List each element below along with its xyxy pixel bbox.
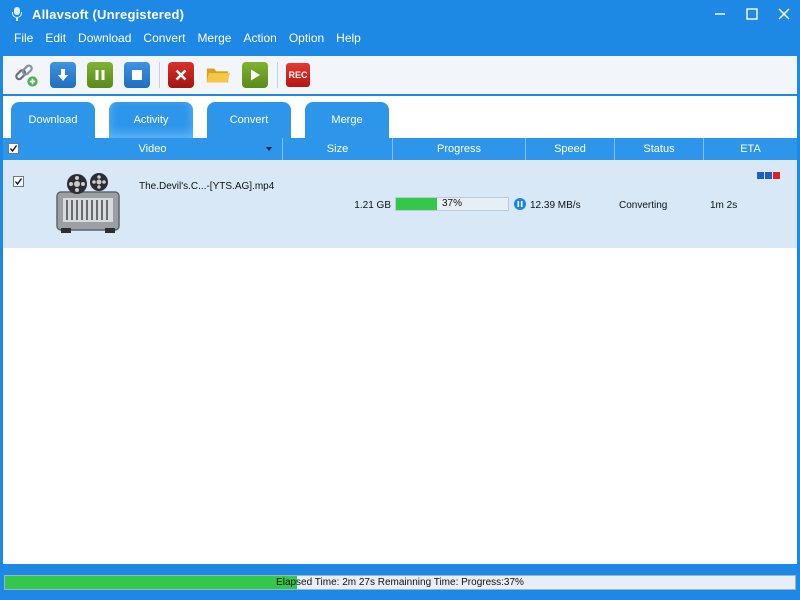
menu-merge[interactable]: Merge: [191, 28, 237, 48]
row-close-icon[interactable]: [773, 172, 780, 179]
select-all-checkbox[interactable]: [7, 143, 19, 154]
menu-bar: File Edit Download Convert Merge Action …: [0, 28, 800, 48]
col-header-video[interactable]: Video: [23, 138, 283, 160]
video-size: 1.21 GB: [354, 200, 391, 211]
menu-file[interactable]: File: [8, 28, 39, 48]
delete-button[interactable]: [168, 62, 194, 88]
play-button[interactable]: [242, 62, 268, 88]
close-icon: [778, 8, 790, 20]
folder-icon: [206, 68, 231, 83]
checkmark-icon: [9, 145, 17, 153]
pause-button[interactable]: [87, 62, 113, 88]
row-status: Converting: [619, 200, 668, 211]
add-link-button[interactable]: [13, 62, 39, 88]
close-button[interactable]: [768, 0, 800, 28]
open-folder-button[interactable]: [205, 62, 231, 88]
row-progress-text: 37%: [441, 198, 462, 209]
tab-bar: Download Activity Convert Merge: [3, 96, 797, 138]
pause-icon: [95, 70, 105, 80]
minimize-icon: [715, 13, 725, 15]
window-title: Allavsoft (Unregistered): [32, 6, 185, 22]
menu-help[interactable]: Help: [330, 28, 367, 48]
col-header-size[interactable]: Size: [283, 138, 393, 160]
tab-activity[interactable]: Activity: [109, 102, 193, 138]
table-row[interactable]: The.Devil's.C...-[YTS.AG].mp4 1.21 GB 37…: [3, 160, 797, 248]
video-converter-icon: [47, 170, 127, 238]
download-icon: [58, 69, 68, 81]
stop-button[interactable]: [124, 62, 150, 88]
maximize-button[interactable]: [736, 0, 768, 28]
toolbar: REC: [3, 56, 797, 94]
toolbar-separator: [277, 62, 278, 88]
tab-convert[interactable]: Convert: [207, 102, 291, 138]
video-filename: The.Devil's.C...-[YTS.AG].mp4: [139, 181, 275, 192]
row-progress-bar: 37%: [395, 197, 509, 211]
stop-icon: [132, 70, 142, 80]
status-text: Elapsed Time: 2m 27s Remainning Time: Pr…: [276, 577, 524, 588]
download-button[interactable]: [50, 62, 76, 88]
link-add-icon: [15, 64, 38, 87]
play-icon: [251, 69, 260, 81]
title-bar: Allavsoft (Unregistered): [0, 0, 800, 28]
row-eta: 1m 2s: [710, 200, 738, 211]
row-checkbox[interactable]: [13, 176, 24, 187]
menu-download[interactable]: Download: [72, 28, 137, 48]
minimize-button[interactable]: [704, 0, 736, 28]
col-header-status[interactable]: Status: [615, 138, 704, 160]
row-pause-button[interactable]: [514, 198, 526, 210]
total-progress-bar: Elapsed Time: 2m 27s Remainning Time: Pr…: [4, 575, 796, 590]
tab-merge[interactable]: Merge: [305, 102, 389, 138]
table-header: Video Size Progress Speed Status ETA: [3, 138, 797, 160]
col-header-eta[interactable]: ETA: [704, 138, 797, 160]
menu-option[interactable]: Option: [283, 28, 330, 48]
record-button[interactable]: REC: [286, 63, 310, 87]
window-controls: [704, 0, 800, 28]
menu-edit[interactable]: Edit: [39, 28, 72, 48]
pause-icon: [517, 201, 523, 207]
tab-download[interactable]: Download: [11, 102, 95, 138]
menu-convert[interactable]: Convert: [137, 28, 191, 48]
row-minimize-icon[interactable]: [757, 172, 764, 179]
col-header-speed[interactable]: Speed: [526, 138, 615, 160]
row-restore-icon[interactable]: [765, 172, 772, 179]
download-speed: 12.39 MB/s: [530, 200, 581, 211]
status-bar: Elapsed Time: 2m 27s Remainning Time: Pr…: [0, 566, 800, 600]
record-icon: REC: [288, 70, 308, 80]
row-controls: [757, 172, 780, 179]
col-header-progress[interactable]: Progress: [393, 138, 526, 160]
sort-arrow-icon: [266, 147, 272, 151]
menu-action[interactable]: Action: [237, 28, 282, 48]
main-panel: Download Activity Convert Merge Video Si…: [3, 96, 797, 564]
select-all-cell: [3, 138, 23, 160]
toolbar-separator: [159, 62, 160, 88]
maximize-icon: [746, 8, 758, 20]
delete-icon: [175, 69, 187, 81]
checkmark-icon: [14, 178, 23, 186]
app-microphone-icon: [10, 6, 24, 22]
